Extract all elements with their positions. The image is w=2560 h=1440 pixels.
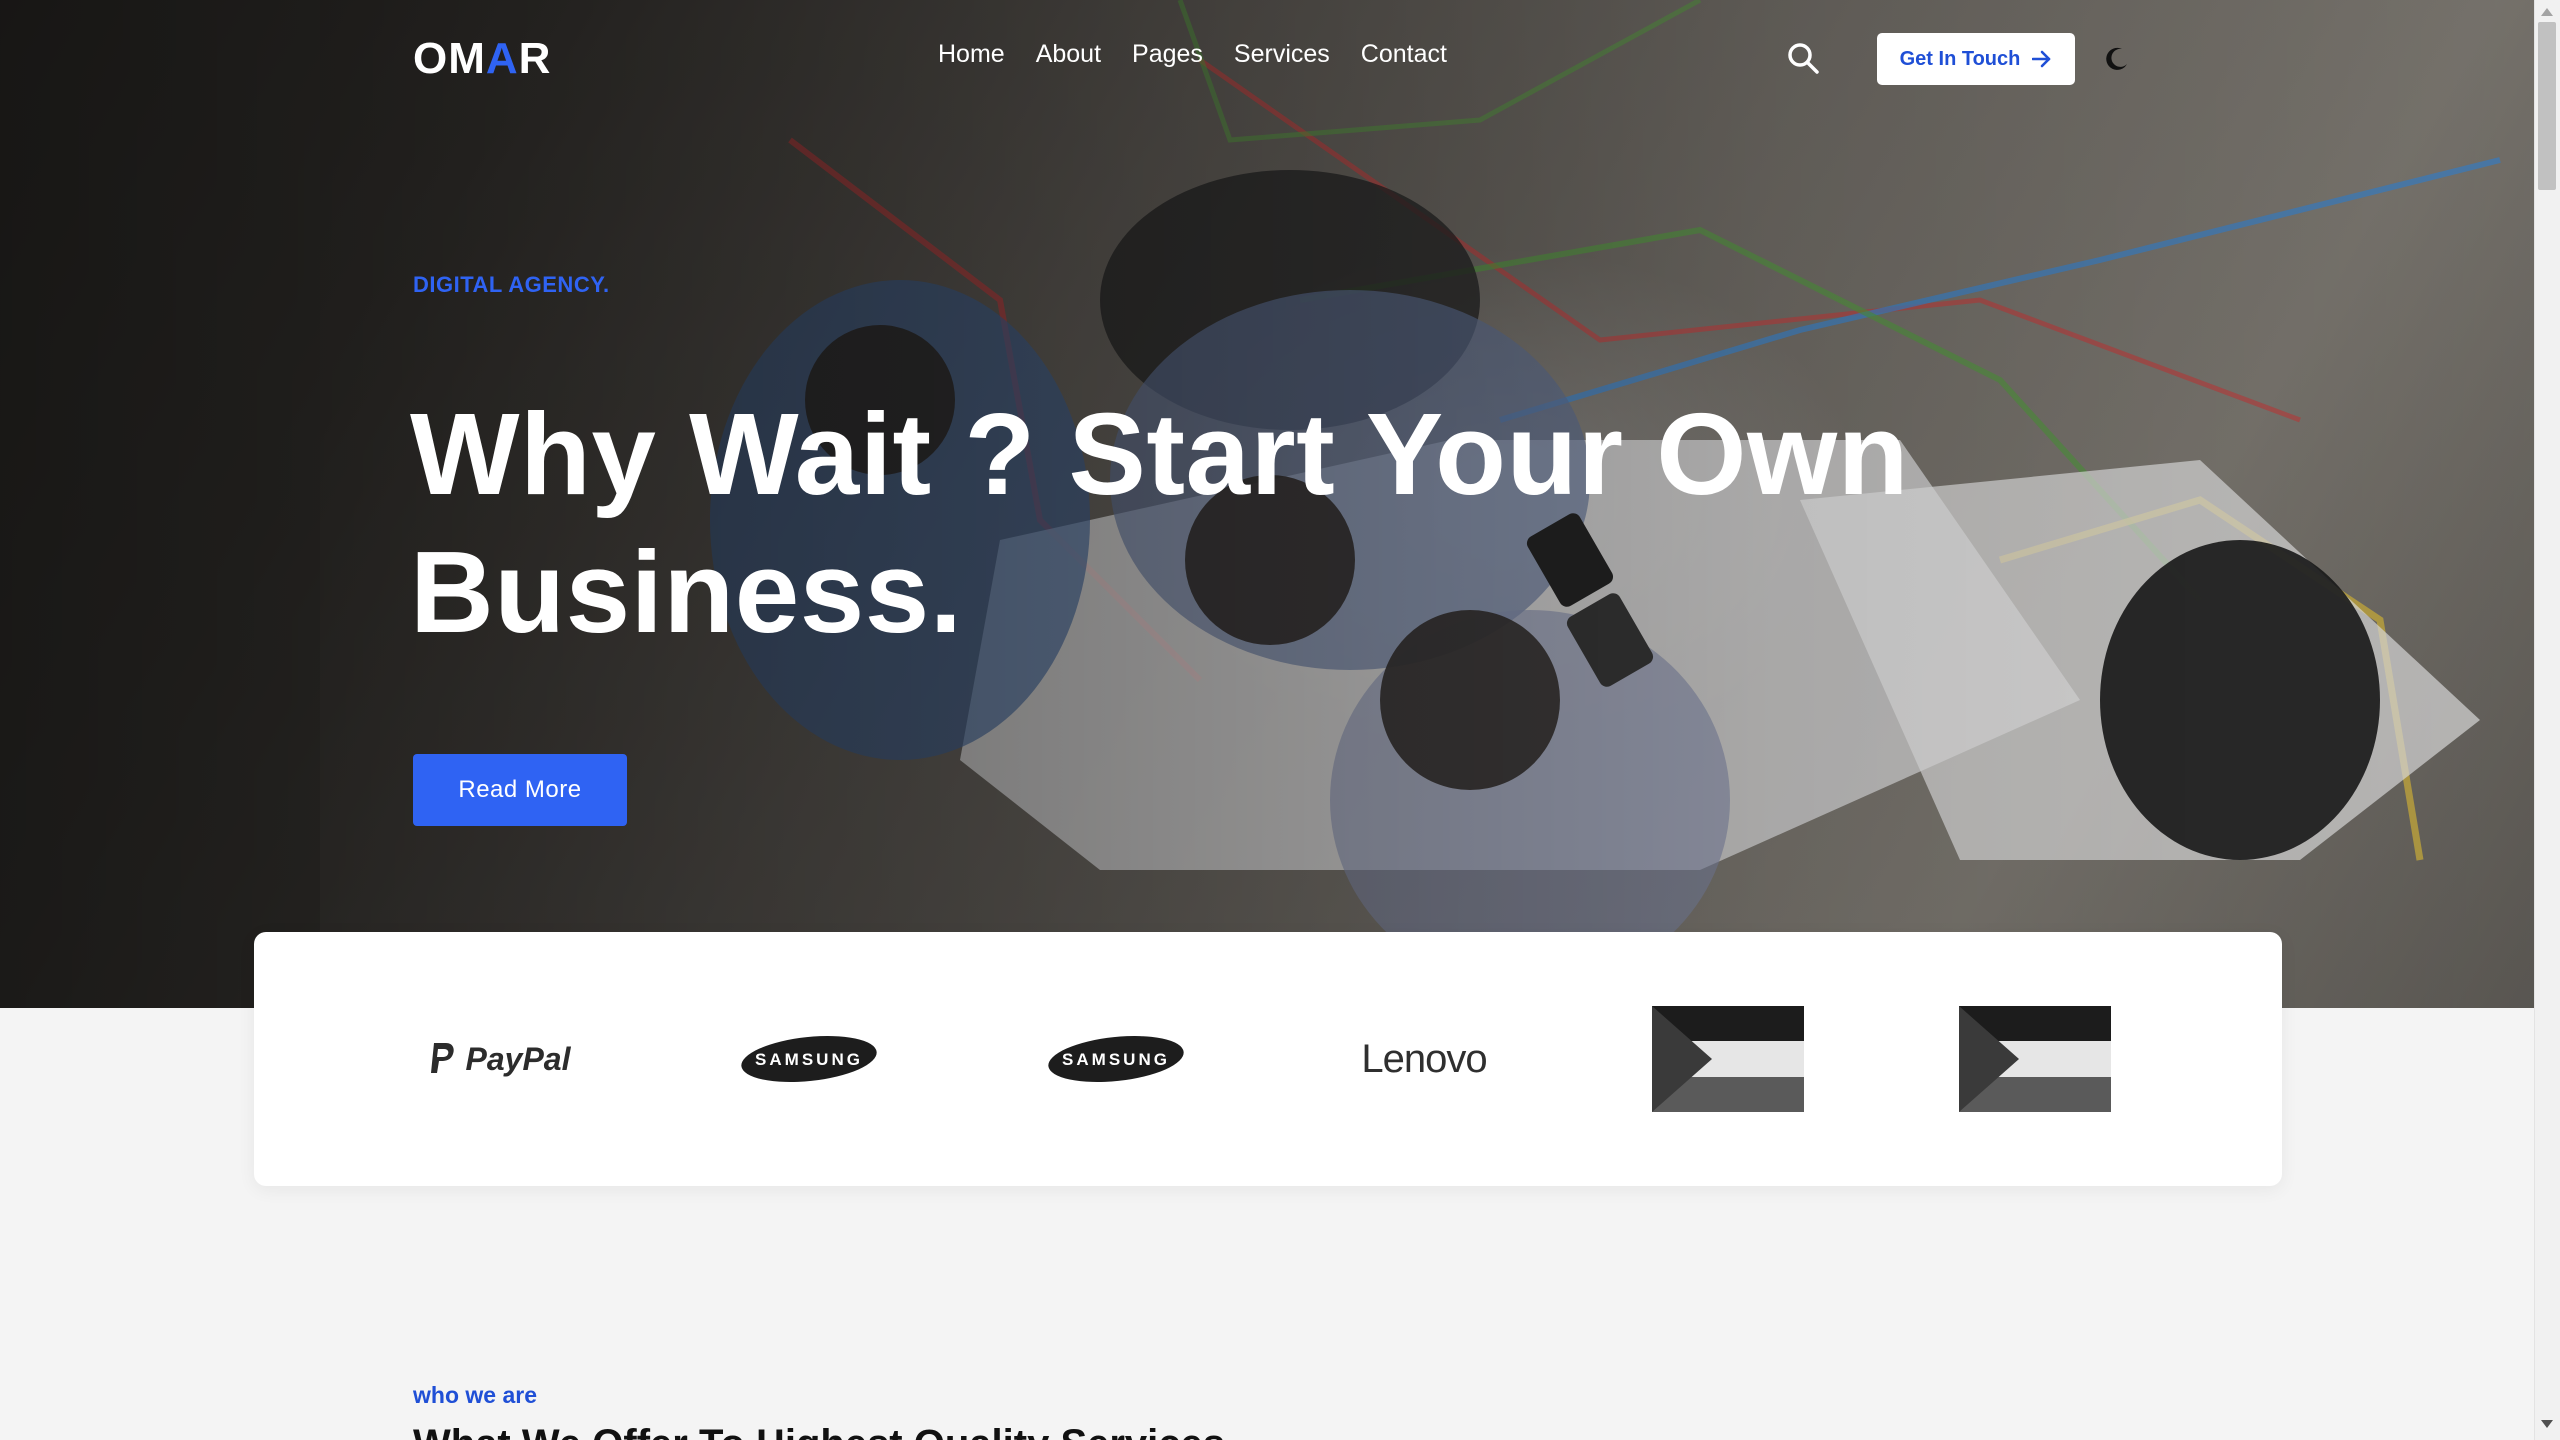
site-logo[interactable]: OMAR: [413, 34, 551, 84]
flag-icon: [1959, 1006, 2111, 1112]
get-in-touch-button[interactable]: Get In Touch: [1877, 33, 2075, 85]
nav-contact-link[interactable]: Contact: [1361, 40, 1447, 69]
get-in-touch-label: Get In Touch: [1899, 47, 2021, 70]
hero-section: OMAR Home About Pages Services Contact G…: [0, 0, 2534, 1008]
hero-headline: Why Wait ? Start Your Own Business.: [410, 389, 1910, 657]
brand-logo-samsung[interactable]: SAMSUNG: [734, 1004, 884, 1114]
scroll-down-arrow-icon[interactable]: [2540, 1418, 2554, 1430]
search-icon: [1788, 43, 1819, 74]
brand-logos-card: PayPal SAMSUNG SAMSUNG Lenovo: [254, 932, 2282, 1186]
brand-logo-lenovo[interactable]: Lenovo: [1344, 1004, 1504, 1114]
brand-logo-paypal[interactable]: PayPal: [424, 1004, 574, 1114]
read-more-button[interactable]: Read More: [413, 754, 627, 826]
search-button[interactable]: [1786, 41, 1820, 75]
logo-text-accent: A: [485, 34, 519, 83]
brand-logo-flag[interactable]: [1652, 1004, 1804, 1114]
nav-pages-link[interactable]: Pages: [1132, 40, 1203, 69]
brand-name: SAMSUNG: [755, 1050, 863, 1069]
scrollbar-thumb[interactable]: [2538, 22, 2556, 190]
logo-text-end: R: [518, 34, 552, 83]
nav-services-link[interactable]: Services: [1234, 40, 1330, 69]
samsung-logo-icon: SAMSUNG: [741, 1035, 877, 1083]
logo-text-start: OM: [413, 34, 486, 83]
scroll-up-arrow-icon[interactable]: [2540, 6, 2554, 18]
brand-name: Lenovo: [1361, 1036, 1487, 1081]
main-menu: Home About Pages Services Contact: [938, 40, 1478, 69]
samsung-logo-icon: SAMSUNG: [1048, 1035, 1184, 1083]
brand-logo-samsung[interactable]: SAMSUNG: [1041, 1004, 1191, 1114]
arrow-right-icon: [2032, 50, 2051, 68]
hero-eyebrow: DIGITAL AGENCY.: [413, 272, 610, 297]
brand-name: PayPal: [465, 1040, 571, 1077]
section-title: What We Offer To Highest Quality Service…: [413, 1422, 1225, 1440]
top-navigation: OMAR Home About Pages Services Contact G…: [0, 0, 2534, 116]
brand-logo-flag[interactable]: [1959, 1004, 2111, 1114]
vertical-scrollbar[interactable]: [2534, 0, 2560, 1440]
section-label: who we are: [413, 1382, 537, 1408]
nav-home-link[interactable]: Home: [938, 40, 1005, 69]
brand-name: SAMSUNG: [1062, 1050, 1170, 1069]
theme-toggle-button[interactable]: [2104, 46, 2130, 72]
nav-about-link[interactable]: About: [1036, 40, 1101, 69]
moon-icon: [2106, 47, 2127, 70]
flag-icon: [1652, 1006, 1804, 1112]
paypal-icon: [430, 1043, 454, 1073]
